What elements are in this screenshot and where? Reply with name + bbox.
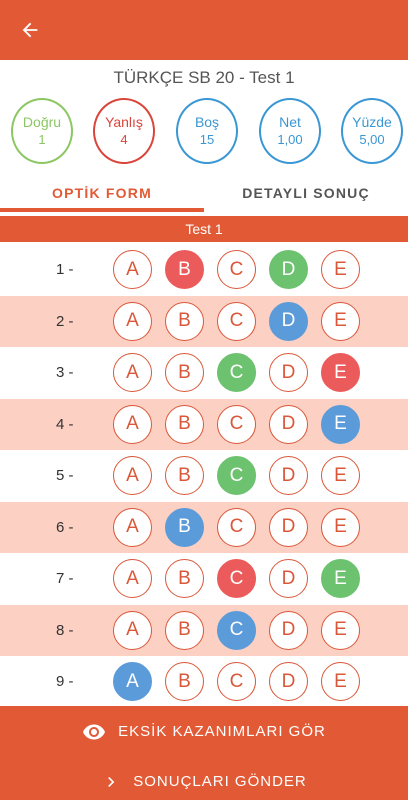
option-bubble-c[interactable]: C bbox=[217, 662, 256, 701]
option-bubble-b[interactable]: B bbox=[165, 507, 204, 547]
stat-label: Doğru bbox=[22, 114, 62, 131]
option-bubble-e[interactable]: E bbox=[321, 456, 360, 495]
arrow-left-icon bbox=[22, 22, 38, 38]
eye-icon bbox=[82, 720, 106, 744]
option-bubble-c[interactable]: C bbox=[217, 404, 256, 444]
question-number: 3 - bbox=[56, 364, 74, 381]
option-bubble-e[interactable]: E bbox=[321, 404, 360, 444]
question-row: 4 - ABCDE bbox=[0, 398, 408, 450]
send-results-label: SONUÇLARI GÖNDER bbox=[133, 773, 307, 790]
option-bubble-d[interactable]: D bbox=[269, 507, 308, 547]
tab-bar: OPTİK FORM DETAYLI SONUÇ bbox=[0, 174, 408, 212]
option-bubble-b[interactable]: B bbox=[165, 559, 204, 598]
option-bubble-b[interactable]: B bbox=[165, 250, 204, 289]
option-bubble-a[interactable]: A bbox=[113, 250, 152, 289]
question-row: 2 - ABCDE bbox=[0, 295, 408, 347]
option-bubble-d[interactable]: D bbox=[269, 456, 308, 495]
stat-4: Yüzde 5,00 bbox=[341, 98, 403, 164]
option-bubble-e[interactable]: E bbox=[321, 250, 360, 289]
stat-value: 5,00 bbox=[359, 131, 385, 147]
stat-value: 1,00 bbox=[277, 131, 303, 147]
option-bubble-b[interactable]: B bbox=[165, 353, 204, 392]
question-row: 3 - ABCDE bbox=[0, 347, 408, 398]
question-row: 5 - ABCDE bbox=[0, 450, 408, 501]
stat-0: Doğru 1 bbox=[11, 98, 73, 164]
tab-optik-form[interactable]: OPTİK FORM bbox=[0, 174, 204, 212]
question-number: 9 - bbox=[56, 673, 74, 690]
question-row: 7 - ABCDE bbox=[0, 553, 408, 604]
stat-2: Boş 15 bbox=[176, 98, 238, 164]
question-number: 1 - bbox=[56, 261, 74, 278]
option-bubble-c[interactable]: C bbox=[217, 353, 256, 392]
option-bubble-c[interactable]: C bbox=[217, 301, 256, 341]
option-bubble-e[interactable]: E bbox=[321, 301, 360, 341]
option-bubble-c[interactable]: C bbox=[217, 456, 256, 495]
page-title: TÜRKÇE SB 20 - Test 1 bbox=[113, 68, 295, 87]
question-number: 5 - bbox=[56, 467, 74, 484]
app-bar bbox=[0, 0, 408, 60]
option-bubble-e[interactable]: E bbox=[321, 610, 360, 650]
option-bubble-c[interactable]: C bbox=[217, 559, 256, 598]
question-number: 7 - bbox=[56, 570, 74, 587]
missing-outcomes-button[interactable]: EKSİK KAZANIMLARI GÖR bbox=[0, 708, 408, 755]
option-bubble-d[interactable]: D bbox=[269, 353, 308, 392]
stat-value: 15 bbox=[199, 131, 215, 147]
option-bubble-d[interactable]: D bbox=[269, 250, 308, 289]
stat-value: 4 bbox=[120, 131, 128, 147]
question-row: 8 - ABCDE bbox=[0, 604, 408, 656]
stat-1: Yanlış 4 bbox=[93, 98, 155, 164]
question-number: 6 - bbox=[56, 518, 74, 536]
option-bubble-e[interactable]: E bbox=[321, 559, 360, 598]
stat-3: Net 1,00 bbox=[259, 98, 321, 164]
option-bubble-c[interactable]: C bbox=[217, 507, 256, 547]
stat-label: Net bbox=[279, 114, 301, 131]
option-bubble-a[interactable]: A bbox=[113, 456, 152, 495]
question-row: 1 - ABCDE bbox=[0, 244, 408, 295]
option-bubble-a[interactable]: A bbox=[113, 301, 152, 341]
stat-label: Yanlış bbox=[105, 114, 143, 131]
answer-sheet: 1 -ABCDE2 -ABCDE3 -ABCDE4 -ABCDE5 -ABCDE… bbox=[0, 244, 408, 706]
option-bubble-b[interactable]: B bbox=[165, 610, 204, 650]
chevron-right-icon bbox=[101, 772, 121, 792]
option-bubble-a[interactable]: A bbox=[113, 507, 152, 547]
option-bubble-d[interactable]: D bbox=[269, 559, 308, 598]
option-bubble-b[interactable]: B bbox=[165, 456, 204, 495]
back-button[interactable] bbox=[14, 14, 46, 46]
question-row: 9 - ABCDE bbox=[0, 656, 408, 706]
stat-label: Yüzde bbox=[352, 114, 392, 131]
option-bubble-d[interactable]: D bbox=[269, 301, 308, 341]
missing-outcomes-label: EKSİK KAZANIMLARI GÖR bbox=[118, 723, 326, 740]
option-bubble-d[interactable]: D bbox=[269, 610, 308, 650]
option-bubble-a[interactable]: A bbox=[113, 559, 152, 598]
footer: EKSİK KAZANIMLARI GÖR SONUÇLARI GÖNDER bbox=[0, 706, 408, 800]
option-bubble-a[interactable]: A bbox=[113, 404, 152, 444]
stat-value: 1 bbox=[38, 131, 46, 147]
question-number: 4 - bbox=[56, 415, 74, 433]
option-bubble-b[interactable]: B bbox=[165, 404, 204, 444]
option-bubble-b[interactable]: B bbox=[165, 662, 204, 701]
option-bubble-c[interactable]: C bbox=[217, 610, 256, 650]
tab-indicator bbox=[0, 208, 204, 212]
send-results-button[interactable]: SONUÇLARI GÖNDER bbox=[0, 758, 408, 800]
tab-detayli-sonuc[interactable]: DETAYLI SONUÇ bbox=[204, 174, 408, 212]
option-bubble-c[interactable]: C bbox=[217, 250, 256, 289]
option-bubble-e[interactable]: E bbox=[321, 507, 360, 547]
option-bubble-a[interactable]: A bbox=[113, 353, 152, 392]
option-bubble-a[interactable]: A bbox=[113, 610, 152, 650]
stats-row: Doğru 1 Yanlış 4 Boş 15 Net 1,00 Yüzde 5,00 bbox=[0, 98, 408, 166]
option-bubble-d[interactable]: D bbox=[269, 662, 308, 701]
section-title: Test 1 bbox=[185, 221, 223, 237]
section-header: Test 1 bbox=[0, 216, 408, 242]
option-bubble-d[interactable]: D bbox=[269, 404, 308, 444]
question-number: 8 - bbox=[56, 621, 74, 639]
question-number: 2 - bbox=[56, 312, 74, 330]
option-bubble-e[interactable]: E bbox=[321, 353, 360, 392]
option-bubble-b[interactable]: B bbox=[165, 301, 204, 341]
option-bubble-a[interactable]: A bbox=[113, 662, 152, 701]
question-row: 6 - ABCDE bbox=[0, 501, 408, 553]
stat-label: Boş bbox=[194, 114, 220, 131]
option-bubble-e[interactable]: E bbox=[321, 662, 360, 701]
